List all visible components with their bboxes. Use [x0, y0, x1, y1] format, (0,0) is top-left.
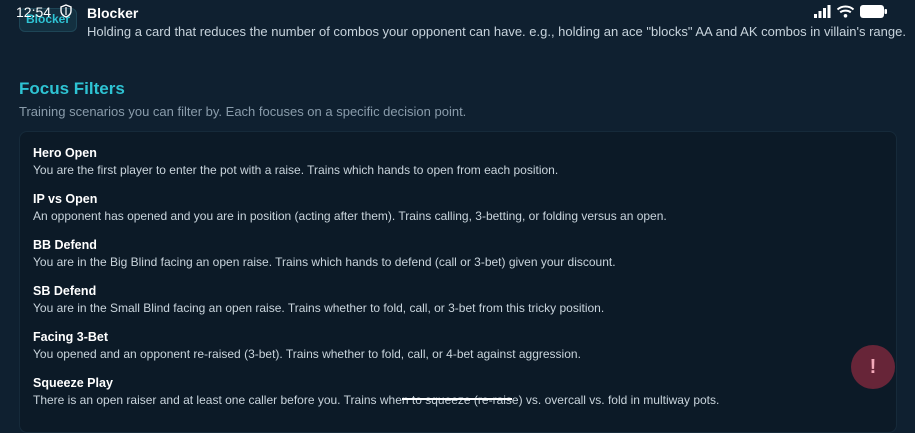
shield-icon	[60, 4, 72, 18]
filter-title: Squeeze Play	[33, 376, 113, 390]
battery-icon	[860, 5, 887, 18]
filter-description: You are the first player to enter the po…	[33, 163, 559, 177]
term-description: Holding a card that reduces the number o…	[87, 24, 906, 39]
filter-item-hero-open: Hero Open You are the first player to en…	[33, 145, 558, 178]
filter-description: You opened and an opponent re-raised (3-…	[33, 347, 581, 361]
filter-item-bb-defend: BB Defend You are in the Big Blind facin…	[33, 237, 616, 270]
gesture-stroke	[402, 398, 512, 400]
filter-description: You are in the Small Blind facing an ope…	[33, 301, 605, 315]
filter-item-ip-vs-open: IP vs Open An opponent has opened and yo…	[33, 191, 667, 224]
feedback-button[interactable]: !	[851, 345, 895, 389]
signal-icon	[814, 5, 831, 18]
filter-item-facing-3bet: Facing 3-Bet You opened and an opponent …	[33, 329, 581, 362]
filter-item-squeeze-play: Squeeze Play There is an open raiser and…	[33, 375, 719, 408]
filter-description: There is an open raiser and at least one…	[33, 393, 720, 407]
filter-description: An opponent has opened and you are in po…	[33, 209, 667, 223]
filter-title: Hero Open	[33, 146, 97, 160]
filter-title: Facing 3-Bet	[33, 330, 109, 344]
status-time: 12:54	[16, 4, 52, 20]
wifi-icon	[837, 5, 854, 18]
status-indicators	[814, 5, 887, 18]
status-bar: 12:54	[0, 0, 915, 24]
exclamation-icon: !	[869, 355, 877, 378]
section-title: Focus Filters	[19, 79, 125, 98]
filter-title: BB Defend	[33, 238, 97, 252]
filter-title: IP vs Open	[33, 192, 98, 206]
filter-description: You are in the Big Blind facing an open …	[33, 255, 616, 269]
filter-item-sb-defend: SB Defend You are in the Small Blind fac…	[33, 283, 604, 316]
filter-list-card: Hero Open You are the first player to en…	[19, 131, 897, 433]
section-subtitle: Training scenarios you can filter by. Ea…	[19, 104, 467, 119]
filter-title: SB Defend	[33, 284, 97, 298]
